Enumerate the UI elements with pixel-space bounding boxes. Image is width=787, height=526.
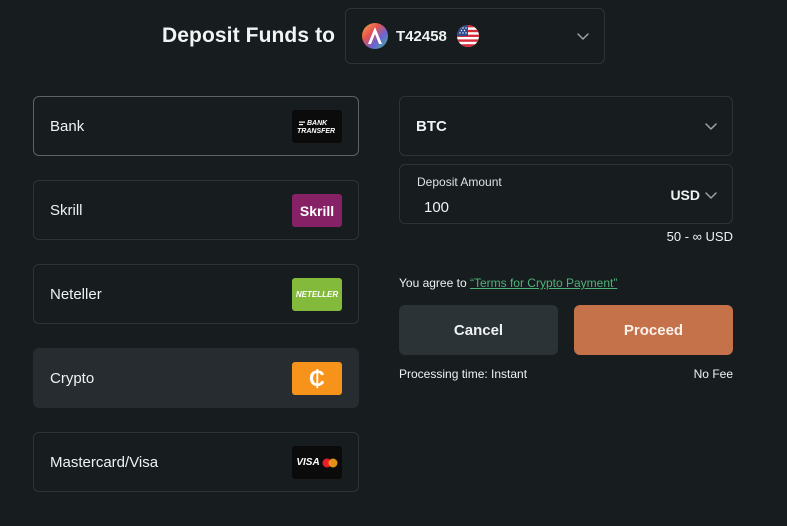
terms-prefix: You agree to [399,276,467,290]
fee-info: No Fee [693,367,733,381]
deposit-amount-label: Deposit Amount [417,175,502,189]
method-card[interactable]: Mastercard/Visa VISA [33,432,359,492]
method-label: Mastercard/Visa [50,453,159,471]
mastercard-circles-icon [322,458,338,467]
method-skrill[interactable]: Skrill Skrill [33,180,359,240]
chevron-down-icon [705,192,717,200]
method-crypto[interactable]: Crypto ₵ [33,348,359,408]
amount-unit-label: USD [670,187,700,203]
bank-badge-line1: BANK [307,120,328,127]
neteller-badge-text: NETELLER [295,290,339,299]
processing-time: Processing time: Instant [399,367,528,381]
terms-agreement: You agree to “Terms for Crypto Payment” [399,276,617,290]
deposit-amount-field: Deposit Amount USD [399,164,733,224]
currency-select[interactable]: BTC [399,96,733,156]
amount-unit-select[interactable]: USD [670,187,718,203]
visa-badge-text: VISA [296,457,320,468]
method-bank[interactable]: Bank BANK TRANSFER [33,96,359,156]
crypto-icon: ₵ [292,362,342,395]
chevron-down-icon [577,33,589,41]
skrill-icon: Skrill [292,194,342,227]
account-logo-icon [362,23,388,49]
crypto-badge-glyph: ₵ [309,365,325,391]
amount-range: 50 - ∞ USD [666,229,733,244]
bank-badge-line2: TRANSFER [297,128,335,135]
account-name: T42458 [396,27,447,45]
chevron-down-icon [705,123,717,131]
deposit-page: Deposit Funds to T42458 Bank BANK TRANSF… [0,0,787,526]
method-label: Skrill [50,201,83,219]
method-label: Neteller [50,285,102,303]
method-label: Bank [50,117,85,135]
method-label: Crypto [50,369,95,387]
currency-value: BTC [416,117,447,135]
terms-link[interactable]: “Terms for Crypto Payment” [470,276,617,290]
neteller-icon: NETELLER [292,278,342,311]
skrill-badge-text: Skrill [299,202,335,219]
page-title: Deposit Funds to [162,24,336,47]
visa-mastercard-icon: VISA [292,446,342,479]
cancel-button[interactable]: Cancel [399,305,558,355]
deposit-amount-input[interactable] [410,195,640,219]
account-selector[interactable]: T42458 [345,8,605,64]
bank-transfer-icon: BANK TRANSFER [292,110,342,143]
method-neteller[interactable]: Neteller NETELLER [33,264,359,324]
proceed-button[interactable]: Proceed [574,305,733,355]
us-flag-icon [456,25,479,47]
